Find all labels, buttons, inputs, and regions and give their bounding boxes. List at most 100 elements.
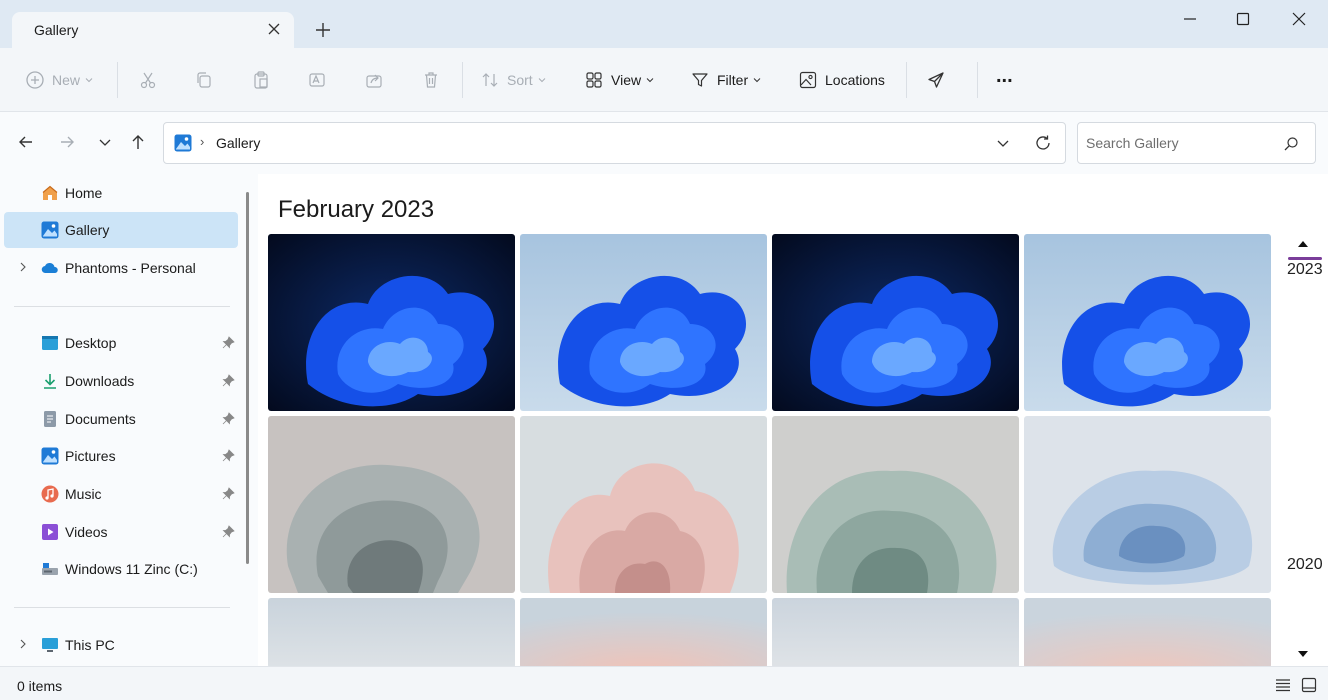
sidebar-item-label: Pictures xyxy=(65,448,116,464)
locations-button[interactable]: Locations xyxy=(798,64,885,96)
sidebar-item-label: Documents xyxy=(65,411,136,427)
sunrise-thumbnail xyxy=(268,598,515,666)
photo-tile[interactable] xyxy=(772,234,1019,411)
search-icon[interactable] xyxy=(1283,136,1299,152)
sort-button[interactable]: Sort xyxy=(480,64,546,96)
computer-icon xyxy=(42,638,58,652)
details-view-icon[interactable] xyxy=(1275,677,1291,693)
photo-tile[interactable] xyxy=(520,234,767,411)
pin-icon[interactable] xyxy=(222,449,235,462)
pictures-icon xyxy=(41,447,59,465)
chevron-down-icon xyxy=(646,78,654,83)
locations-label: Locations xyxy=(825,72,885,88)
view-button[interactable]: View xyxy=(584,64,654,96)
photo-tile[interactable] xyxy=(1024,598,1271,666)
copy-button[interactable] xyxy=(194,64,214,96)
photo-tile[interactable] xyxy=(520,598,767,666)
address-bar[interactable]: › Gallery xyxy=(163,122,1066,164)
close-window-button[interactable] xyxy=(1279,6,1319,32)
photo-tile[interactable] xyxy=(268,416,515,593)
sidebar-item-documents[interactable]: Documents xyxy=(4,401,238,437)
group-heading: February 2023 xyxy=(278,196,435,223)
address-row: › Gallery xyxy=(0,112,1328,174)
chevron-down-icon xyxy=(753,78,761,83)
send-icon xyxy=(928,72,944,88)
sidebar-item-pictures[interactable]: Pictures xyxy=(4,438,238,474)
sidebar-item-drive-c[interactable]: Windows 11 Zinc (C:) xyxy=(4,551,238,587)
photo-tile[interactable] xyxy=(772,416,1019,593)
chevron-right-icon[interactable] xyxy=(18,639,28,649)
large-icons-view-icon[interactable] xyxy=(1301,677,1317,693)
sidebar-item-desktop[interactable]: Desktop xyxy=(4,325,238,361)
sidebar-item-home[interactable]: Home xyxy=(4,175,238,211)
sidebar-item-this-pc[interactable]: This PC xyxy=(4,627,238,663)
photo-tile[interactable] xyxy=(268,598,515,666)
photo-tile[interactable] xyxy=(520,416,767,593)
search-box[interactable] xyxy=(1077,122,1316,164)
navigation-pane: Home Gallery Phantoms - Personal Desktop… xyxy=(0,174,258,666)
chevron-down-icon xyxy=(85,78,93,83)
timeline-down-arrow-icon[interactable] xyxy=(1297,648,1309,660)
toolbar-divider xyxy=(906,62,907,98)
refresh-icon[interactable] xyxy=(1033,133,1053,153)
chevron-right-icon[interactable] xyxy=(18,262,28,272)
sidebar-item-label: Downloads xyxy=(65,373,135,389)
pin-icon[interactable] xyxy=(222,487,235,500)
search-input[interactable] xyxy=(1086,133,1276,153)
recent-locations-button[interactable] xyxy=(95,132,119,156)
sidebar-item-gallery[interactable]: Gallery xyxy=(4,212,238,248)
up-button[interactable] xyxy=(128,132,152,156)
share-button[interactable] xyxy=(364,64,384,96)
photo-tile[interactable] xyxy=(1024,234,1271,411)
sidebar-item-onedrive[interactable]: Phantoms - Personal xyxy=(4,250,238,286)
more-icon: ... xyxy=(996,64,1013,87)
minimize-button[interactable] xyxy=(1170,6,1210,32)
sidebar-scrollbar[interactable] xyxy=(246,192,249,564)
sunrise-thumbnail xyxy=(520,598,767,666)
address-history-chevron-icon[interactable] xyxy=(995,135,1011,151)
new-tab-icon[interactable] xyxy=(313,20,333,40)
pin-icon[interactable] xyxy=(222,412,235,425)
timeline-year-2020[interactable]: 2020 xyxy=(1287,556,1323,574)
breadcrumb-gallery[interactable]: Gallery xyxy=(216,135,260,151)
more-options-button[interactable]: ... xyxy=(996,60,1013,92)
timeline-year-2023[interactable]: 2023 xyxy=(1287,261,1323,279)
bloom-dark-thumbnail xyxy=(268,234,515,411)
photo-tile[interactable] xyxy=(268,234,515,411)
sidebar-item-label: Gallery xyxy=(65,222,110,238)
rename-button[interactable] xyxy=(307,64,327,96)
pin-icon[interactable] xyxy=(222,374,235,387)
home-icon xyxy=(42,185,58,200)
close-tab-icon[interactable] xyxy=(266,21,282,37)
glow-pink-thumbnail xyxy=(520,416,767,593)
tab-gallery[interactable]: Gallery xyxy=(12,12,294,48)
video-icon xyxy=(42,524,58,540)
title-bar: Gallery xyxy=(0,0,1328,48)
sidebar-divider xyxy=(14,607,230,608)
pin-icon[interactable] xyxy=(222,336,235,349)
maximize-button[interactable] xyxy=(1223,6,1263,32)
photo-tile[interactable] xyxy=(1024,416,1271,593)
new-button[interactable]: New xyxy=(25,64,93,96)
paste-button[interactable] xyxy=(251,64,271,96)
gallery-icon xyxy=(41,221,59,239)
photo-tile[interactable] xyxy=(772,598,1019,666)
close-icon xyxy=(1292,12,1306,26)
sidebar-item-videos[interactable]: Videos xyxy=(4,514,238,550)
cut-button[interactable] xyxy=(138,64,158,96)
sunrise-thumbnail xyxy=(772,598,1019,666)
send-feedback-button[interactable] xyxy=(926,64,946,96)
plus-circle-icon xyxy=(26,71,44,89)
sidebar-item-music[interactable]: Music xyxy=(4,476,238,512)
filter-button[interactable]: Filter xyxy=(690,64,761,96)
glow-blue-thumbnail xyxy=(1024,416,1271,593)
sidebar-item-downloads[interactable]: Downloads xyxy=(4,363,238,399)
arrow-right-icon xyxy=(61,136,74,148)
glow-sage-thumbnail xyxy=(772,416,1019,593)
timeline-up-arrow-icon[interactable] xyxy=(1297,238,1309,250)
minimize-icon xyxy=(1184,18,1196,20)
pin-icon[interactable] xyxy=(222,525,235,538)
back-button[interactable] xyxy=(16,132,40,156)
delete-button[interactable] xyxy=(421,64,441,96)
forward-button[interactable] xyxy=(57,132,81,156)
